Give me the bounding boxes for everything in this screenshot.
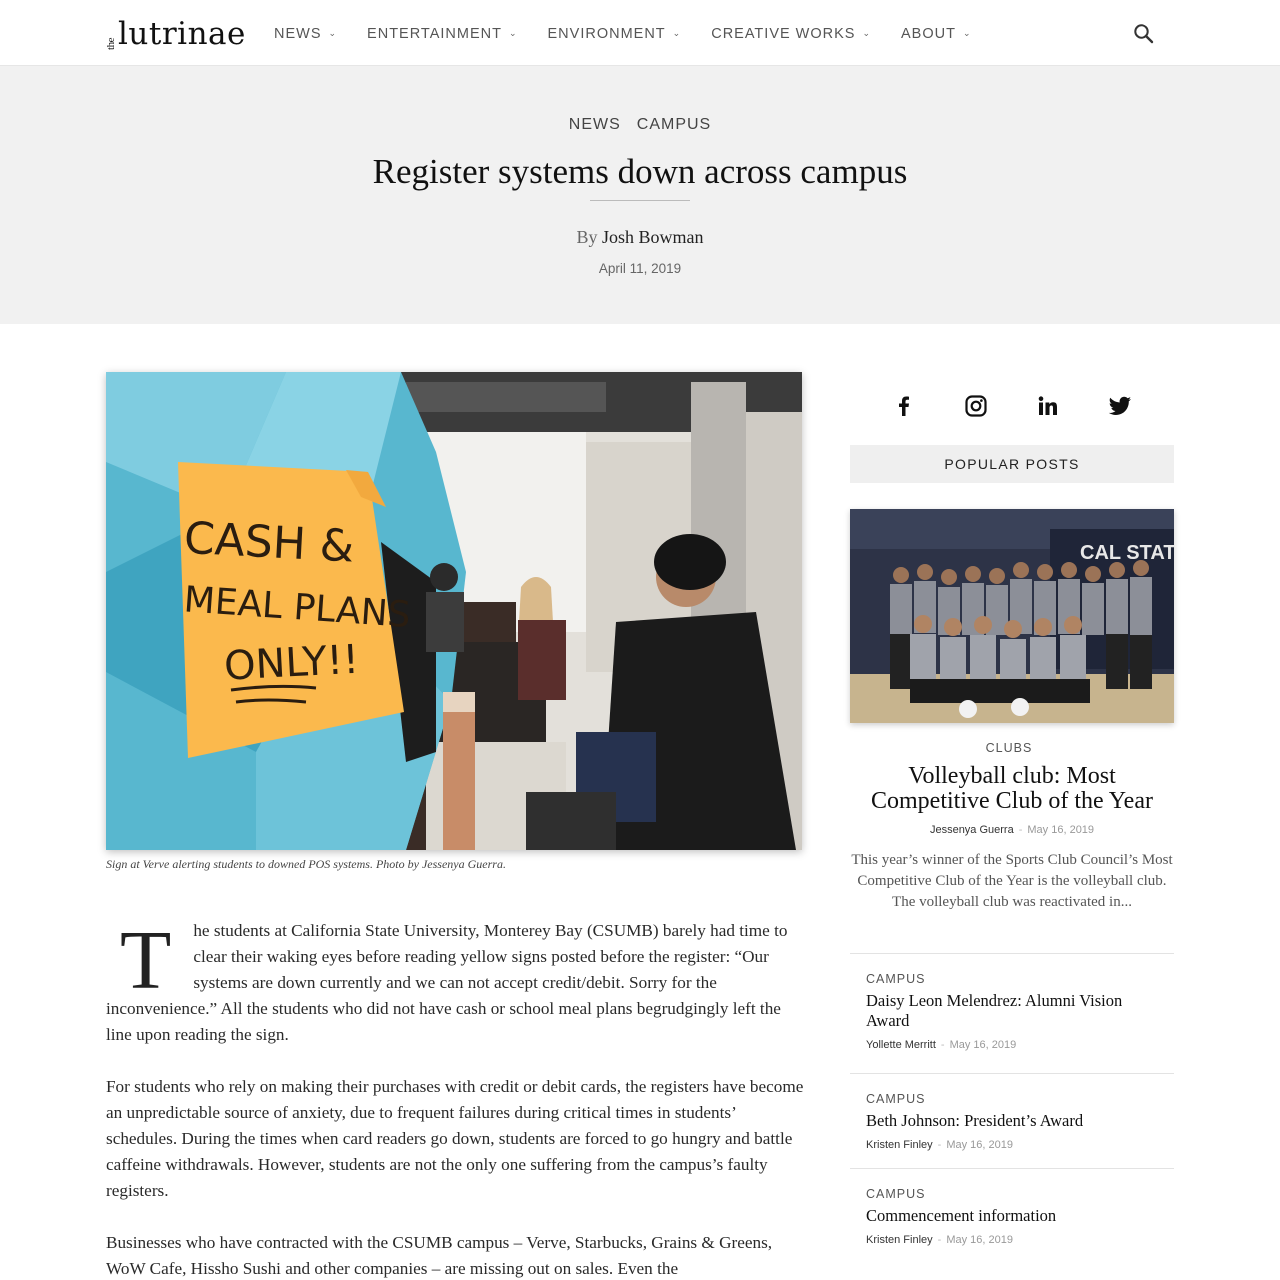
image-caption: Sign at Verve alerting students to downe…: [106, 857, 506, 871]
nav-label: ENVIRONMENT: [547, 26, 666, 42]
post-category[interactable]: CAMPUS: [866, 972, 1174, 986]
nav-item-environment[interactable]: ENVIRONMENT ⌄: [548, 26, 682, 42]
popular-post-meta: Jessenya Guerra - May 16, 2019: [850, 824, 1174, 836]
post-meta: Kristen Finley - May 16, 2019: [866, 1139, 1174, 1151]
popular-post-excerpt: This year’s winner of the Sports Club Co…: [851, 852, 1173, 910]
nav-item-news[interactable]: NEWS ⌄: [274, 26, 337, 42]
twitter-icon[interactable]: [1102, 388, 1138, 424]
nav-label: NEWS: [274, 26, 322, 42]
meta-separator: -: [937, 1234, 942, 1246]
main-nav: NEWS ⌄ ENTERTAINMENT ⌄ ENVIRONMENT ⌄ CREATI…: [274, 26, 1002, 42]
sign-text-line-3: ONLY!!: [223, 637, 360, 690]
post-author-link[interactable]: Yollette Merritt: [866, 1039, 936, 1051]
article-categories: NEWS CAMPUS: [0, 116, 1280, 134]
category-link-news[interactable]: NEWS: [569, 116, 621, 134]
sign-text-line-1: CASH &: [183, 513, 356, 573]
chevron-down-icon: ⌄: [672, 27, 682, 38]
article-title: Register systems down across campus: [372, 152, 908, 191]
linkedin-icon[interactable]: [1030, 388, 1066, 424]
article-paragraph: For students who rely on making their pu…: [106, 1077, 804, 1200]
logo-small-text: the: [105, 38, 117, 50]
site-header: the lutrinae NEWS ⌄ ENTERTAINMENT ⌄ ENVIRO…: [0, 0, 1280, 66]
popular-post-category[interactable]: CLUBS: [850, 741, 1168, 755]
publish-date: April 11, 2019: [598, 261, 682, 276]
post-author-link[interactable]: Kristen Finley: [866, 1234, 933, 1246]
popular-post-image[interactable]: CAL STAT: [850, 509, 1174, 723]
logo-text: lutrinae: [118, 16, 246, 52]
post-meta: Yollette Merritt - May 16, 2019: [866, 1039, 1174, 1051]
meta-separator: -: [1018, 824, 1023, 836]
social-links: [850, 388, 1174, 424]
list-item: CAMPUS Commencement information Kristen …: [850, 1168, 1174, 1263]
nav-item-creative-works[interactable]: CREATIVE WORKS ⌄: [711, 26, 871, 42]
chevron-down-icon: ⌄: [862, 27, 872, 38]
list-item: CAMPUS Beth Johnson: President’s Award K…: [850, 1073, 1174, 1168]
nav-label: ENTERTAINMENT: [367, 26, 502, 42]
nav-label: CREATIVE WORKS: [711, 26, 856, 42]
article-body: The students at California State Univers…: [106, 918, 806, 1280]
post-date: May 16, 2019: [1027, 824, 1095, 836]
author-link[interactable]: Josh Bowman: [602, 227, 704, 247]
nav-item-about[interactable]: ABOUT ⌄: [901, 26, 972, 42]
instagram-icon[interactable]: [958, 388, 994, 424]
article-paragraph: The students at California State Univers…: [106, 918, 806, 1048]
meta-separator: -: [937, 1139, 942, 1151]
post-date: May 16, 2019: [946, 1234, 1013, 1246]
byline-prefix: By: [576, 227, 598, 247]
byline: By Josh Bowman: [0, 227, 1280, 248]
category-link-campus[interactable]: CAMPUS: [637, 116, 711, 134]
banner-text: CAL STAT: [1080, 542, 1174, 564]
article-header: NEWS CAMPUS Register systems down across…: [0, 66, 1280, 324]
popular-posts-heading: POPULAR POSTS: [850, 445, 1174, 483]
post-date: May 16, 2019: [946, 1139, 1013, 1151]
chevron-down-icon: ⌄: [962, 27, 972, 38]
paragraph-text: he students at California State Universi…: [106, 921, 788, 1044]
nav-label: ABOUT: [901, 26, 956, 42]
search-icon[interactable]: [1132, 22, 1156, 46]
popular-post-title[interactable]: Volleyball club: Most Competitive Club o…: [850, 764, 1174, 814]
post-meta: Kristen Finley - May 16, 2019: [866, 1234, 1174, 1246]
post-title[interactable]: Commencement information: [866, 1206, 1156, 1226]
featured-image: CASH & MEAL PLANS ONLY!!: [106, 372, 802, 850]
facebook-icon[interactable]: [886, 388, 922, 424]
list-item: CAMPUS Daisy Leon Melendrez: Alumni Visi…: [850, 953, 1174, 1073]
post-author-link[interactable]: Kristen Finley: [866, 1139, 933, 1151]
meta-separator: -: [940, 1039, 945, 1051]
post-title[interactable]: Daisy Leon Melendrez: Alumni Vision Awar…: [866, 991, 1156, 1031]
title-divider: [590, 200, 690, 201]
post-author-link[interactable]: Jessenya Guerra: [930, 824, 1014, 836]
chevron-down-icon: ⌄: [508, 27, 518, 38]
post-title[interactable]: Beth Johnson: President’s Award: [866, 1111, 1156, 1131]
article-paragraph: Businesses who have contracted with the …: [106, 1233, 773, 1278]
post-category[interactable]: CAMPUS: [866, 1092, 1174, 1106]
post-category[interactable]: CAMPUS: [866, 1187, 1174, 1201]
nav-item-entertainment[interactable]: ENTERTAINMENT ⌄: [367, 26, 517, 42]
site-logo[interactable]: the lutrinae: [105, 14, 246, 52]
drop-cap: T: [120, 914, 172, 1007]
post-date: May 16, 2019: [949, 1039, 1017, 1051]
chevron-down-icon: ⌄: [328, 27, 338, 38]
